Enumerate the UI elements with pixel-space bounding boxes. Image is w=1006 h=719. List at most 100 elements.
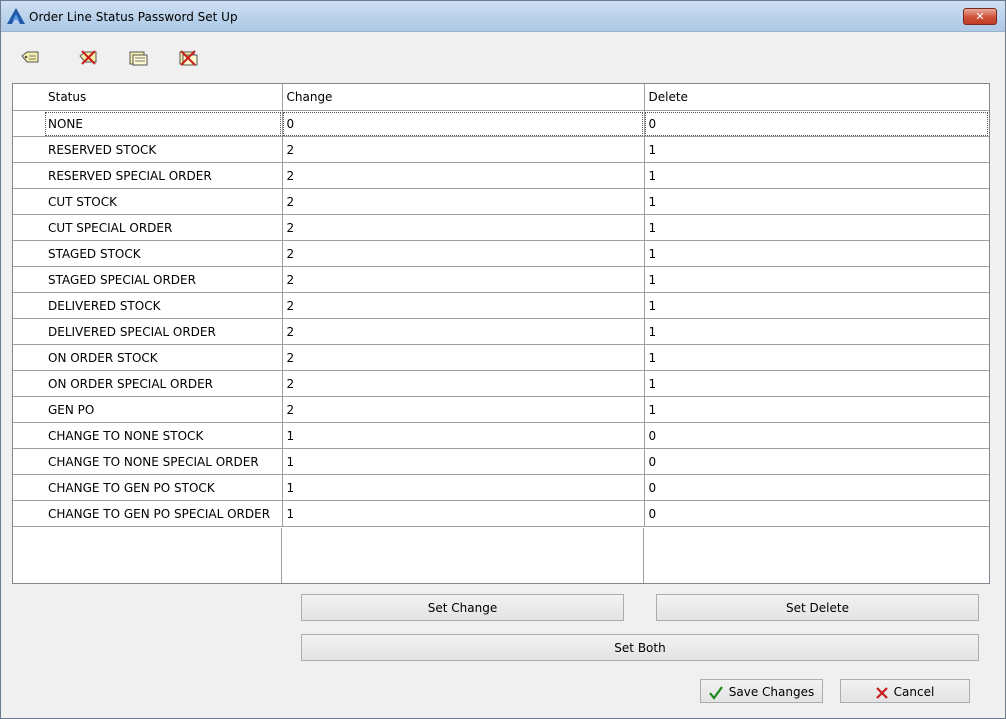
add-tag-icon[interactable] [19, 49, 41, 69]
table-row[interactable]: GEN PO 2 1 [13, 396, 989, 423]
change-cell[interactable]: 2 [282, 214, 645, 241]
status-cell[interactable]: RESERVED SPECIAL ORDER [44, 162, 283, 189]
row-indicator[interactable] [13, 474, 44, 501]
cancel-x-icon [875, 686, 888, 699]
delete-cell[interactable]: 0 [644, 422, 989, 449]
row-indicator[interactable] [13, 422, 44, 449]
delete-cell[interactable]: 1 [644, 162, 989, 189]
delete-cell[interactable]: 0 [644, 474, 989, 501]
cancel-button[interactable]: Cancel [840, 679, 970, 703]
row-indicator[interactable] [13, 344, 44, 371]
table-row[interactable]: CHANGE TO GEN PO SPECIAL ORDER 1 0 [13, 500, 989, 527]
status-cell[interactable]: DELIVERED STOCK [44, 292, 283, 319]
delete-cell[interactable]: 0 [644, 500, 989, 527]
row-indicator[interactable] [13, 136, 44, 163]
delete-list-icon[interactable] [177, 49, 199, 69]
row-indicator[interactable] [13, 292, 44, 319]
delete-cell[interactable]: 1 [644, 188, 989, 215]
change-cell[interactable]: 0 [282, 110, 645, 137]
delete-cell[interactable]: 1 [644, 318, 989, 345]
table-row[interactable]: ON ORDER SPECIAL ORDER 2 1 [13, 370, 989, 397]
status-cell[interactable]: DELIVERED SPECIAL ORDER [44, 318, 283, 345]
table-row[interactable]: STAGED STOCK 2 1 [13, 240, 989, 267]
table-row[interactable]: CUT SPECIAL ORDER 2 1 [13, 214, 989, 241]
delete-cell[interactable]: 0 [644, 448, 989, 475]
status-cell[interactable]: NONE [44, 110, 283, 137]
delete-cell[interactable]: 1 [644, 344, 989, 371]
edit-list-icon[interactable] [127, 49, 149, 69]
change-cell[interactable]: 2 [282, 240, 645, 267]
row-indicator[interactable] [13, 370, 44, 397]
column-header-change[interactable]: Change [282, 84, 645, 111]
row-indicator[interactable] [13, 162, 44, 189]
change-cell[interactable]: 2 [282, 344, 645, 371]
status-table: Status Change Delete NONE 0 0 RESERVED STOC… [13, 84, 989, 527]
change-cell[interactable]: 2 [282, 266, 645, 293]
cancel-label: Cancel [893, 685, 935, 699]
table-row[interactable]: DELIVERED SPECIAL ORDER 2 1 [13, 318, 989, 345]
table-row[interactable]: CHANGE TO NONE STOCK 1 0 [13, 422, 989, 449]
row-indicator[interactable] [13, 448, 44, 475]
row-indicator[interactable] [13, 500, 44, 527]
status-cell[interactable]: STAGED SPECIAL ORDER [44, 266, 283, 293]
row-indicator-header [13, 84, 44, 111]
status-cell[interactable]: RESERVED STOCK [44, 136, 283, 163]
save-changes-button[interactable]: Save Changes [700, 679, 823, 703]
table-row[interactable]: RESERVED SPECIAL ORDER 2 1 [13, 162, 989, 189]
status-cell[interactable]: CUT STOCK [44, 188, 283, 215]
row-indicator[interactable] [13, 318, 44, 345]
change-cell[interactable]: 2 [282, 162, 645, 189]
delete-tag-icon[interactable] [77, 49, 99, 69]
table-row[interactable]: CHANGE TO NONE SPECIAL ORDER 1 0 [13, 448, 989, 475]
close-button[interactable]: ✕ [963, 8, 997, 25]
change-cell[interactable]: 1 [282, 500, 645, 527]
status-cell[interactable]: CUT SPECIAL ORDER [44, 214, 283, 241]
table-row[interactable]: ON ORDER STOCK 2 1 [13, 344, 989, 371]
app-logo-icon [7, 8, 25, 24]
change-cell[interactable]: 2 [282, 370, 645, 397]
table-header-row: Status Change Delete [13, 84, 989, 111]
change-cell[interactable]: 1 [282, 448, 645, 475]
delete-cell[interactable]: 0 [644, 110, 989, 137]
change-cell[interactable]: 2 [282, 292, 645, 319]
row-indicator[interactable] [13, 110, 44, 137]
set-both-button[interactable]: Set Both [301, 634, 979, 661]
change-cell[interactable]: 2 [282, 188, 645, 215]
table-row[interactable]: NONE 0 0 [13, 110, 989, 137]
dialog-window: Order Line Status Password Set Up ✕ Stat… [0, 0, 1006, 719]
delete-cell[interactable]: 1 [644, 370, 989, 397]
status-cell[interactable]: STAGED STOCK [44, 240, 283, 267]
row-indicator[interactable] [13, 396, 44, 423]
set-change-button[interactable]: Set Change [301, 594, 624, 621]
change-cell[interactable]: 2 [282, 396, 645, 423]
status-cell[interactable]: CHANGE TO NONE SPECIAL ORDER [44, 448, 283, 475]
change-cell[interactable]: 2 [282, 318, 645, 345]
delete-cell[interactable]: 1 [644, 396, 989, 423]
delete-cell[interactable]: 1 [644, 266, 989, 293]
change-cell[interactable]: 1 [282, 422, 645, 449]
delete-cell[interactable]: 1 [644, 136, 989, 163]
table-row[interactable]: CHANGE TO GEN PO STOCK 1 0 [13, 474, 989, 501]
table-row[interactable]: RESERVED STOCK 2 1 [13, 136, 989, 163]
delete-cell[interactable]: 1 [644, 214, 989, 241]
status-cell[interactable]: CHANGE TO NONE STOCK [44, 422, 283, 449]
delete-cell[interactable]: 1 [644, 240, 989, 267]
row-indicator[interactable] [13, 240, 44, 267]
table-row[interactable]: STAGED SPECIAL ORDER 2 1 [13, 266, 989, 293]
status-cell[interactable]: CHANGE TO GEN PO SPECIAL ORDER [44, 500, 283, 527]
row-indicator[interactable] [13, 188, 44, 215]
status-cell[interactable]: GEN PO [44, 396, 283, 423]
status-cell[interactable]: CHANGE TO GEN PO STOCK [44, 474, 283, 501]
table-row[interactable]: DELIVERED STOCK 2 1 [13, 292, 989, 319]
set-delete-button[interactable]: Set Delete [656, 594, 979, 621]
delete-cell[interactable]: 1 [644, 292, 989, 319]
change-cell[interactable]: 1 [282, 474, 645, 501]
change-cell[interactable]: 2 [282, 136, 645, 163]
status-cell[interactable]: ON ORDER STOCK [44, 344, 283, 371]
row-indicator[interactable] [13, 266, 44, 293]
column-header-status[interactable]: Status [44, 84, 283, 111]
row-indicator[interactable] [13, 214, 44, 241]
status-cell[interactable]: ON ORDER SPECIAL ORDER [44, 370, 283, 397]
table-row[interactable]: CUT STOCK 2 1 [13, 188, 989, 215]
column-header-delete[interactable]: Delete [644, 84, 989, 111]
